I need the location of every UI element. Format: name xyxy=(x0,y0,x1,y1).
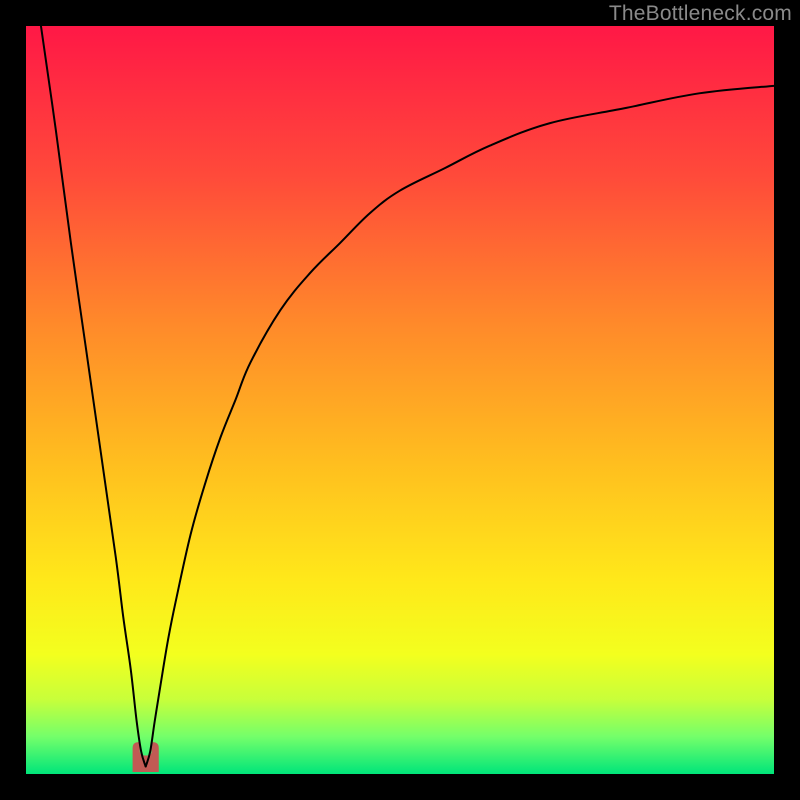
plot-area xyxy=(26,26,774,774)
chart-frame: TheBottleneck.com xyxy=(0,0,800,800)
background-gradient xyxy=(26,26,774,774)
watermark-text: TheBottleneck.com xyxy=(609,2,792,26)
